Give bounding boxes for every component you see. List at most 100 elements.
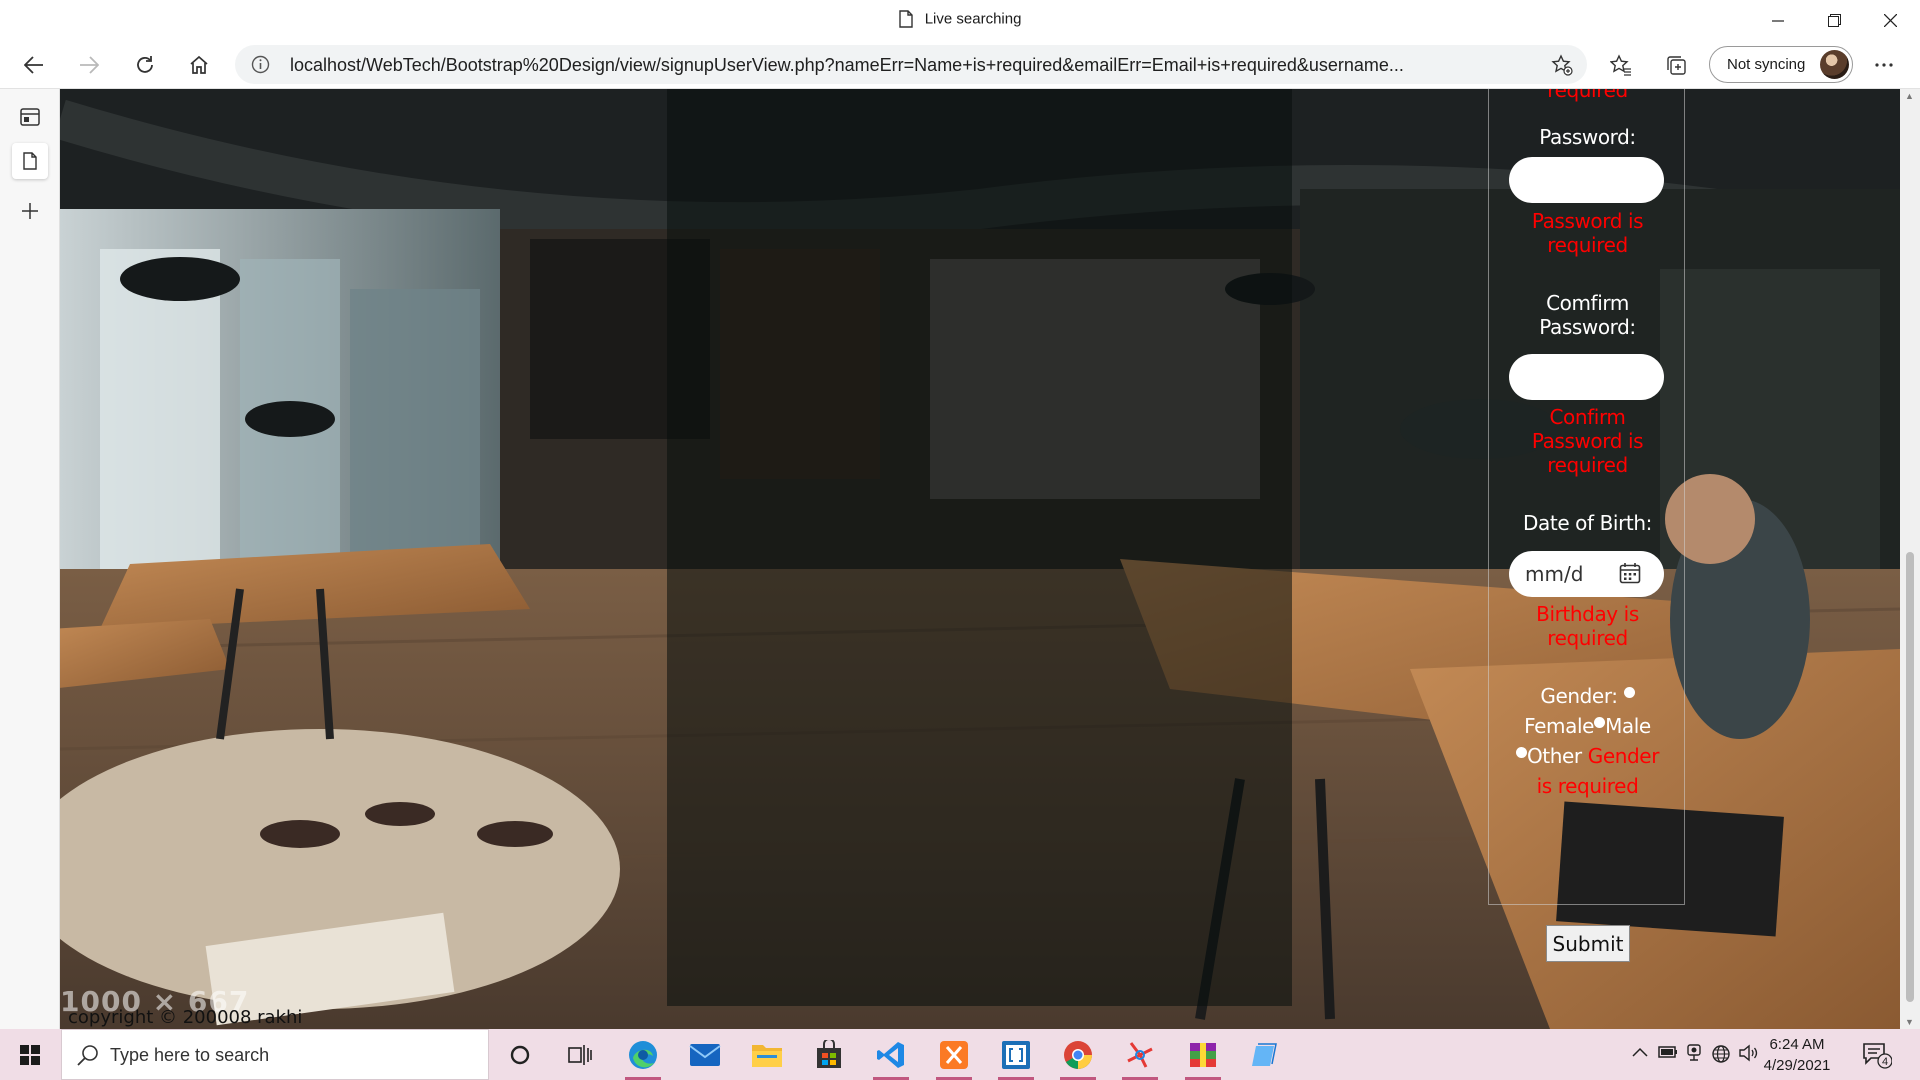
cortana-icon [510,1045,530,1065]
taskbar-pinwheel-app[interactable] [1116,1036,1164,1080]
notification-count: 4 [1882,1056,1888,1068]
back-button[interactable] [16,47,52,83]
gender-row-1: Gender: [1489,681,1686,711]
home-button[interactable] [181,47,217,83]
gender-row-2: Female Male [1489,711,1686,741]
scroll-down-arrow-icon[interactable]: ▼ [1905,1017,1914,1027]
cortana-button[interactable] [496,1036,544,1074]
vscode-icon [877,1042,904,1068]
date-of-birth-label: Date of Birth: [1523,511,1652,535]
battery-icon[interactable] [1658,1044,1678,1063]
scroll-up-arrow-icon[interactable]: ▲ [1905,91,1914,101]
more-options-icon [1875,63,1893,67]
gender-error-line2: is required [1536,774,1639,798]
minimize-button[interactable] [1750,0,1806,41]
password-label: Password: [1539,125,1636,149]
radio-other-label: Other [1526,744,1582,768]
tab-live-searching[interactable] [12,143,48,179]
taskbar-search-box[interactable]: Type here to search [61,1029,489,1080]
page-icon [898,10,913,28]
taskbar-chrome[interactable] [1054,1036,1102,1080]
date-of-birth-field[interactable]: mm/d [1509,551,1664,597]
taskbar-vscode[interactable] [867,1036,915,1080]
search-placeholder: Type here to search [110,1045,270,1065]
chevron-up-icon[interactable] [1632,1044,1648,1062]
copyright-text: copyright © 200008 rakhi [68,1007,303,1028]
profile-avatar [1820,50,1849,79]
task-view-icon [568,1045,592,1065]
new-tab-button[interactable] [12,193,48,229]
windows-logo-icon [20,1044,40,1065]
xampp-icon [940,1041,968,1069]
gender-error-line1: Gender [1587,744,1660,768]
volume-icon[interactable] [1738,1044,1758,1067]
profile-sync-button[interactable]: Not syncing [1709,46,1853,83]
gender-row-3: Other Gender [1489,741,1686,771]
radio-male[interactable] [1594,717,1606,728]
taskbar-notes-app[interactable] [1241,1036,1289,1074]
arrow-right-icon [80,56,99,74]
calendar-icon[interactable] [1619,562,1641,584]
taskbar-store[interactable] [805,1036,853,1074]
add-favorite-icon[interactable] [1551,54,1573,76]
gender-label: Gender: [1540,684,1618,708]
info-icon[interactable] [251,55,270,74]
taskbar-edge[interactable] [619,1036,667,1080]
mail-icon [689,1044,721,1066]
confirm-password-label-line2: Password: [1539,315,1636,339]
refresh-button[interactable] [127,47,163,83]
taskbar-clock[interactable]: 6:24 AM 4/29/2021 [1757,1034,1837,1076]
collections-icon [1667,56,1686,75]
task-view-button[interactable] [556,1036,604,1074]
close-window-button[interactable] [1862,0,1918,41]
address-bar[interactable]: localhost/WebTech/Bootstrap%20Design/vie… [235,45,1587,84]
home-icon [190,55,208,74]
forward-button[interactable] [71,47,107,83]
favorites-button[interactable] [1603,47,1639,83]
winrar-icon [1190,1043,1216,1067]
start-button[interactable] [0,1029,60,1080]
title-bar: Live searching [0,0,1920,41]
favorites-icon [1610,54,1631,76]
webcam-privacy-icon[interactable] [1686,1044,1702,1067]
scrollbar-thumb[interactable] [1906,552,1914,1002]
pinwheel-app-icon [1127,1042,1153,1068]
browser-toolbar: localhost/WebTech/Bootstrap%20Design/vie… [0,41,1920,89]
password-field[interactable] [1509,157,1664,203]
confirm-password-field[interactable] [1509,354,1664,400]
refresh-icon [137,56,153,73]
taskbar-file-explorer[interactable] [743,1036,791,1074]
confirm-password-error-line3: required [1547,453,1628,477]
edge-icon [629,1041,657,1069]
date-placeholder: mm/d [1525,562,1584,586]
collections-button[interactable] [1658,47,1694,83]
taskbar-xampp[interactable] [930,1036,978,1080]
file-explorer-icon [752,1045,782,1067]
signup-panel: required Password: Password is required … [667,89,1685,1006]
radio-other[interactable] [1515,747,1527,758]
radio-female[interactable] [1623,687,1635,698]
url-text[interactable]: localhost/WebTech/Bootstrap%20Design/vie… [290,55,1520,76]
store-icon [817,1040,841,1068]
search-icon [77,1045,98,1066]
submit-button[interactable]: Submit [1546,925,1630,962]
page-icon [23,152,37,170]
page-scrollbar[interactable]: ▲ ▼ [1900,89,1920,1029]
restore-button[interactable] [1806,0,1862,41]
plus-icon [22,203,38,219]
notification-icon: 4 [1863,1043,1893,1069]
chrome-icon [1064,1041,1092,1069]
network-globe-icon[interactable] [1711,1044,1731,1069]
settings-menu-button[interactable] [1866,47,1902,83]
taskbar-brackets[interactable] [992,1036,1040,1080]
action-center-button[interactable]: 4 [1862,1042,1893,1075]
password-error-line2: required [1547,233,1628,257]
tab-actions-button[interactable] [12,99,48,135]
taskbar-winrar[interactable] [1179,1036,1227,1080]
tab-actions-icon [20,108,40,126]
clock-time: 6:24 AM [1769,1036,1825,1053]
taskbar-mail[interactable] [681,1036,729,1074]
arrow-left-icon [24,56,43,74]
clock-date: 4/29/2021 [1763,1057,1831,1074]
vertical-tab-strip [0,89,60,1029]
